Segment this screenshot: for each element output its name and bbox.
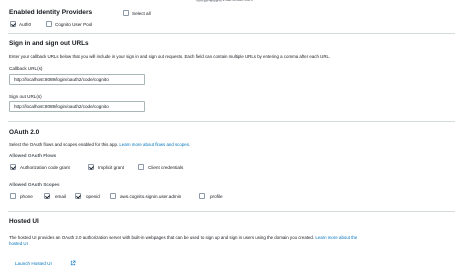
client-credentials-label: Client credentials	[148, 164, 184, 170]
profile-scope-label: profile	[210, 193, 223, 199]
openid-scope-checkbox[interactable]	[75, 193, 81, 199]
aws-cognito-signin-user-admin-label: aws.cognito.signin.user.admin	[120, 193, 182, 199]
callback-urls-label: Callback URL(s)	[9, 66, 43, 71]
top-partial-text: fg@jgitgigg@v.itdmetide.com	[196, 0, 253, 2]
openid-scope-label: openid	[86, 193, 100, 199]
authorization-code-grant-label: Authorization code grant	[20, 164, 70, 170]
allowed-oauth-scopes-label: Allowed OAuth Scopes	[9, 182, 60, 187]
oauth-heading: OAuth 2.0	[9, 129, 40, 136]
divider	[8, 33, 455, 34]
signout-urls-label: Sign out URL(s)	[9, 94, 42, 99]
implicit-grant-checkbox[interactable]	[88, 164, 94, 170]
hosted-ui-description: The hosted UI provides an OAuth 2.0 auth…	[9, 235, 357, 240]
divider	[8, 211, 455, 212]
phone-scope-label: phone	[20, 193, 33, 199]
sign-urls-description: Enter your callback URLs below that you …	[9, 54, 331, 59]
oauth-description-text: Select the OAuth flows and scopes enable…	[9, 142, 119, 147]
hosted-ui-learn-more-link-continued[interactable]: hosted UI	[9, 241, 28, 246]
select-all-checkbox[interactable]	[123, 10, 129, 16]
cognito-user-pool-checkbox[interactable]	[46, 21, 52, 27]
auth0-label: Auth0	[19, 21, 32, 27]
flows-and-scopes-link[interactable]: Learn more about flows and scopes.	[119, 142, 190, 147]
identity-providers-heading: Enabled Identity Providers	[9, 9, 93, 16]
hosted-ui-learn-more-link[interactable]: Learn more about the	[315, 235, 357, 240]
implicit-grant-label: Implicit grant	[98, 164, 125, 170]
launch-hosted-ui-link[interactable]: Launch Hosted UI	[15, 261, 52, 266]
divider	[8, 121, 455, 122]
signout-urls-input[interactable]: http://localhost:8089/login/oauth2/code/…	[9, 101, 145, 112]
allowed-oauth-flows-label: Allowed OAuth Flows	[9, 153, 57, 158]
select-all-label: Select all	[132, 10, 151, 16]
callback-urls-input[interactable]: http://localhost:8089/login/oauth2/code/…	[9, 74, 145, 85]
profile-scope-checkbox[interactable]	[199, 193, 205, 199]
sign-urls-heading: Sign in and sign out URLs	[9, 40, 89, 47]
client-credentials-checkbox[interactable]	[138, 164, 144, 170]
auth0-checkbox[interactable]	[10, 21, 16, 27]
authorization-code-grant-checkbox[interactable]	[10, 164, 16, 170]
cognito-user-pool-label: Cognito User Pool	[55, 21, 93, 27]
email-scope-checkbox[interactable]	[44, 193, 50, 199]
hosted-ui-heading: Hosted UI	[9, 218, 39, 225]
hosted-ui-description-text: The hosted UI provides an OAuth 2.0 auth…	[9, 235, 315, 240]
email-scope-label: email	[55, 193, 66, 199]
external-link-icon[interactable]	[70, 260, 76, 266]
aws-cognito-signin-user-admin-checkbox[interactable]	[110, 193, 116, 199]
oauth-description: Select the OAuth flows and scopes enable…	[9, 142, 190, 147]
phone-scope-checkbox[interactable]	[10, 193, 16, 199]
